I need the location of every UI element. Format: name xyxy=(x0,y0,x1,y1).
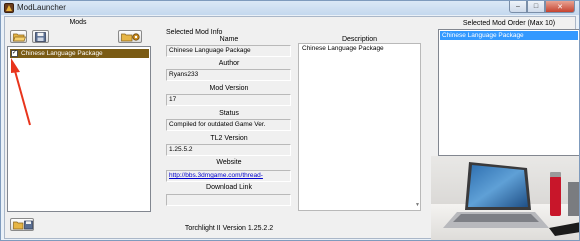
laptop-photo xyxy=(431,156,579,240)
mod-order-item[interactable]: Chinese Language Package xyxy=(440,31,578,40)
app-icon xyxy=(4,3,14,13)
mod-list-item-label: Chinese Language Package xyxy=(21,50,103,57)
window-title: ModLauncher xyxy=(17,3,66,12)
mod-version-value: 17 xyxy=(166,94,291,106)
save-mod-list-button[interactable] xyxy=(32,30,49,43)
author-value: Ryans233 xyxy=(166,69,291,81)
status-value: Compiled for outdated Game Ver. xyxy=(166,119,291,131)
minimize-button[interactable]: – xyxy=(509,1,527,13)
game-version-footer: Torchlight II Version 1.25.2.2 xyxy=(184,225,274,232)
modlauncher-window: ModLauncher – □ ✕ Mods ✓ Chinese Languag… xyxy=(0,0,580,241)
mod-order-heading: Selected Mod Order (Max 10) xyxy=(462,20,556,27)
tl2-version-value: 1.25.5.2 xyxy=(166,144,291,156)
mod-order-list[interactable]: Chinese Language Package xyxy=(438,29,579,156)
mod-enabled-checkbox[interactable]: ✓ xyxy=(11,50,18,57)
mods-list[interactable]: ✓ Chinese Language Package xyxy=(7,46,151,212)
tl2-version-label: TL2 Version xyxy=(210,135,248,142)
open-folder-icon xyxy=(13,33,26,42)
window-controls: – □ ✕ xyxy=(509,1,575,13)
name-value: Chinese Language Package xyxy=(166,45,291,57)
website-link[interactable]: http://bbs.3dmgame.com/thread- xyxy=(166,170,291,182)
download-link-label: Download Link xyxy=(206,184,252,191)
status-label: Status xyxy=(219,110,239,117)
mods-heading: Mods xyxy=(69,19,87,26)
mods-folder-settings-button[interactable] xyxy=(118,30,142,43)
open-save-icon xyxy=(13,220,33,230)
name-label: Name xyxy=(219,36,239,43)
selected-mod-info-heading: Selected Mod Info xyxy=(166,29,223,36)
author-label: Author xyxy=(218,60,240,67)
download-link-value[interactable] xyxy=(166,194,291,206)
open-save-bottom-button[interactable] xyxy=(10,218,34,231)
description-box[interactable]: Chinese Language Package ▼ xyxy=(298,43,421,211)
save-icon xyxy=(35,32,46,42)
title-bar: ModLauncher – □ ✕ xyxy=(1,1,579,15)
scroll-down-arrow-icon[interactable]: ▼ xyxy=(415,202,420,208)
mod-version-label: Mod Version xyxy=(209,85,249,92)
open-mod-button[interactable] xyxy=(10,30,27,43)
maximize-button[interactable]: □ xyxy=(527,1,545,13)
website-label: Website xyxy=(216,159,242,166)
mod-list-item[interactable]: ✓ Chinese Language Package xyxy=(10,49,149,58)
description-text: Chinese Language Package xyxy=(302,45,384,52)
description-heading: Description xyxy=(341,36,377,43)
folder-gear-icon xyxy=(121,33,140,42)
close-button[interactable]: ✕ xyxy=(545,1,575,13)
